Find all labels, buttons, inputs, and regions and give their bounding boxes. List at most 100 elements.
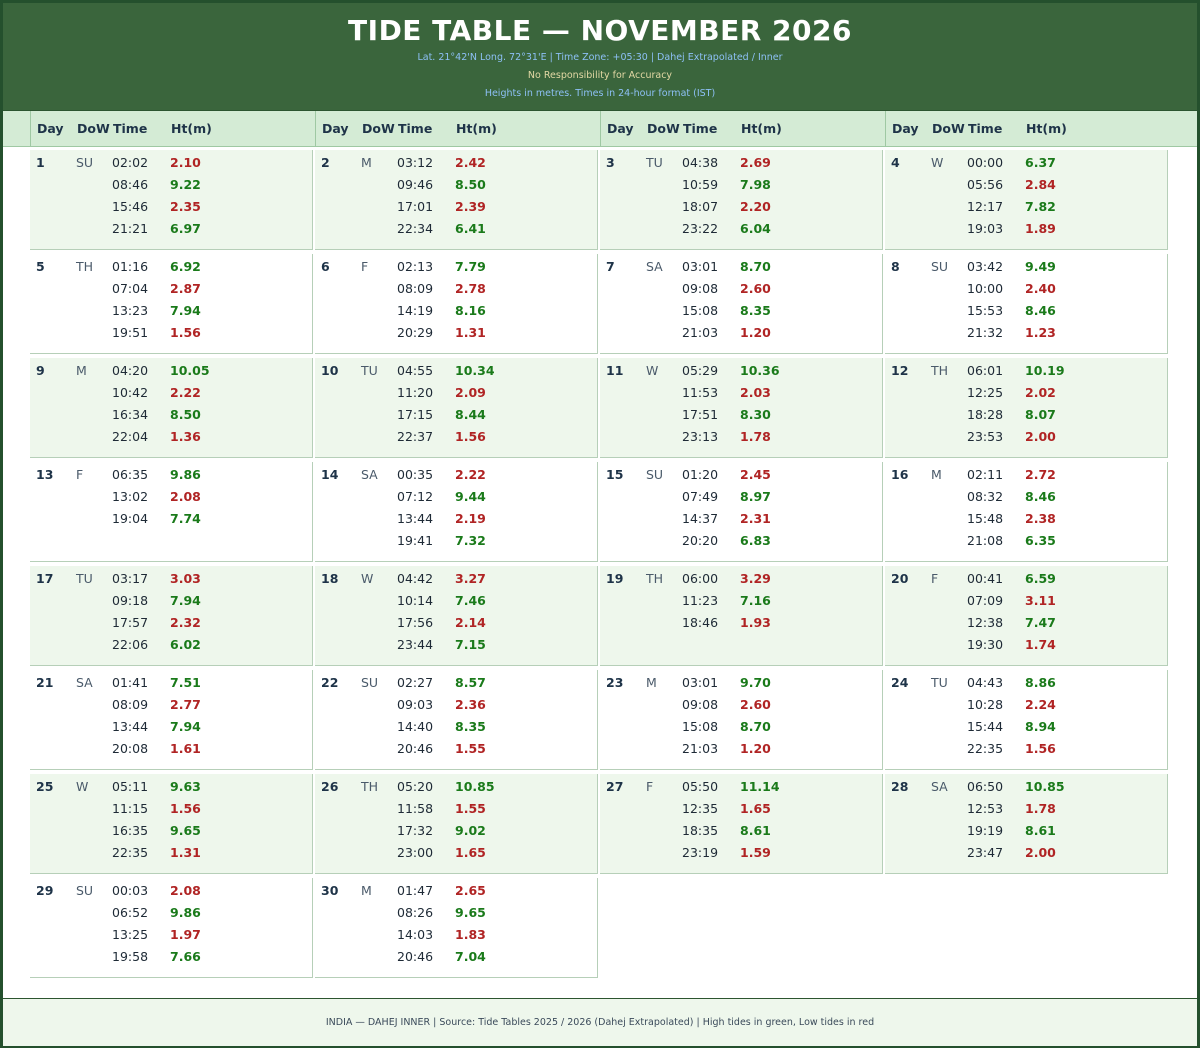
tide-row: 19:03 1.89: [885, 221, 1168, 243]
low-tide-height: 1.65: [740, 801, 771, 816]
tide-row: 18:46 1.93: [600, 615, 883, 637]
low-tide-height: 2.14: [455, 615, 486, 630]
tide-row: 21:03 1.20: [600, 741, 883, 763]
column-header-time: Time: [683, 121, 718, 136]
high-tide-height: 6.92: [170, 259, 201, 274]
tide-row: 00:35 2.22: [315, 467, 598, 489]
low-tide-height: 1.36: [170, 429, 201, 444]
tide-time: 06:52: [112, 905, 149, 920]
tide-time: 19:30: [967, 637, 1004, 652]
day-cell: 16 M 02:11 2.72 08:32 8.46 15:48 2.38 21:08 6.35: [885, 462, 1168, 562]
tide-time: 22:04: [112, 429, 149, 444]
tide-time: 08:26: [397, 905, 434, 920]
tide-time: 21:08: [967, 533, 1004, 548]
tide-time: 20:20: [682, 533, 719, 548]
tide-row: 10:14 7.46: [315, 593, 598, 615]
high-tide-height: 8.16: [455, 303, 486, 318]
high-tide-height: 7.98: [740, 177, 771, 192]
day-cell: 17 TU 03:17 3.03 09:18 7.94 17:57 2.32 22:06 6.02: [30, 566, 313, 666]
tide-row: 02:27 8.57: [315, 675, 598, 697]
day-cell: 30 M 01:47 2.65 08:26 9.65 14:03 1.83 20:46 7.04: [315, 878, 598, 978]
low-tide-height: 2.24: [1025, 697, 1056, 712]
units-note: Heights in metres. Times in 24-hour form…: [484, 88, 716, 99]
column-header-dow: DoW: [932, 121, 965, 136]
tide-time: 13:23: [112, 303, 149, 318]
column-header-group: Day DoW Time Ht(m): [31, 111, 316, 146]
column-header-dow: DoW: [77, 121, 110, 136]
tide-time: 19:41: [397, 533, 434, 548]
low-tide-height: 2.10: [170, 155, 201, 170]
column-header-day: Day: [322, 121, 349, 136]
tide-row: 00:00 6.37: [885, 155, 1168, 177]
tide-row: 01:16 6.92: [30, 259, 313, 281]
tide-time: 01:47: [397, 883, 434, 898]
day-cell: 3 TU 04:38 2.69 10:59 7.98 18:07 2.20 23:22 6.04: [600, 150, 883, 250]
high-tide-height: 9.86: [170, 905, 201, 920]
tide-time: 00:35: [397, 467, 434, 482]
high-tide-height: 9.63: [170, 779, 201, 794]
tide-row: 17:01 2.39: [315, 199, 598, 221]
tide-row: 19:51 1.56: [30, 325, 313, 347]
low-tide-height: 2.60: [740, 697, 771, 712]
tide-time: 02:02: [112, 155, 149, 170]
tide-time: 19:19: [967, 823, 1004, 838]
low-tide-height: 1.78: [740, 429, 771, 444]
tide-time: 00:41: [967, 571, 1004, 586]
low-tide-height: 1.55: [455, 741, 486, 756]
low-tide-height: 2.38: [1025, 511, 1056, 526]
tide-time: 15:08: [682, 303, 719, 318]
column-header-group: Day DoW Time Ht(m): [316, 111, 601, 146]
high-tide-height: 8.57: [455, 675, 486, 690]
tide-time: 05:50: [682, 779, 719, 794]
high-tide-height: 9.02: [455, 823, 486, 838]
low-tide-height: 1.74: [1025, 637, 1056, 652]
day-cell: 27 F 05:50 11.14 12:35 1.65 18:35 8.61 23:19 1.59: [600, 774, 883, 874]
tide-row: 04:38 2.69: [600, 155, 883, 177]
tide-time: 04:43: [967, 675, 1004, 690]
tide-row: 10:28 2.24: [885, 697, 1168, 719]
tide-time: 00:03: [112, 883, 149, 898]
tide-time: 03:01: [682, 259, 719, 274]
tide-row: 10:00 2.40: [885, 281, 1168, 303]
high-tide-height: 9.65: [170, 823, 201, 838]
tide-row: 22:06 6.02: [30, 637, 313, 659]
tide-time: 09:08: [682, 281, 719, 296]
tide-row: 13:23 7.94: [30, 303, 313, 325]
high-tide-height: 10.85: [455, 779, 495, 794]
high-tide-height: 10.34: [455, 363, 495, 378]
tide-row: 05:29 10.36: [600, 363, 883, 385]
tide-row: 20:08 1.61: [30, 741, 313, 763]
high-tide-height: 8.94: [1025, 719, 1056, 734]
tide-row: 23:53 2.00: [885, 429, 1168, 451]
tide-time: 07:04: [112, 281, 149, 296]
tide-row: 17:56 2.14: [315, 615, 598, 637]
tide-row: 23:47 2.00: [885, 845, 1168, 867]
day-cell: 15 SU 01:20 2.45 07:49 8.97 14:37 2.31 20:20 6.83: [600, 462, 883, 562]
tide-time: 07:12: [397, 489, 434, 504]
day-cell: 8 SU 03:42 9.49 10:00 2.40 15:53 8.46 21:32 1.23: [885, 254, 1168, 354]
disclaimer: No Responsibility for Accuracy: [527, 70, 673, 81]
low-tide-height: 1.56: [1025, 741, 1056, 756]
tide-row: 08:09 2.78: [315, 281, 598, 303]
low-tide-height: 2.78: [455, 281, 486, 296]
column-header-day: Day: [892, 121, 919, 136]
column-header-dow: DoW: [647, 121, 680, 136]
tide-time: 04:20: [112, 363, 149, 378]
tide-time: 09:18: [112, 593, 149, 608]
tide-row: 02:02 2.10: [30, 155, 313, 177]
column-header-day: Day: [607, 121, 634, 136]
high-tide-height: 9.44: [455, 489, 486, 504]
day-cell: 29 SU 00:03 2.08 06:52 9.86 13:25 1.97 19:58 7.66: [30, 878, 313, 978]
day-cell: 1 SU 02:02 2.10 08:46 9.22 15:46 2.35 21:21 6.97: [30, 150, 313, 250]
low-tide-height: 2.40: [1025, 281, 1056, 296]
page-header: TIDE TABLE — NOVEMBER 2026 Lat. 21°42'N …: [3, 3, 1197, 112]
tide-time: 23:53: [967, 429, 1004, 444]
tide-time: 13:44: [397, 511, 434, 526]
day-cell: 14 SA 00:35 2.22 07:12 9.44 13:44 2.19 19:41 7.32: [315, 462, 598, 562]
tide-time: 16:34: [112, 407, 149, 422]
tide-row: 18:28 8.07: [885, 407, 1168, 429]
tide-row: 12:53 1.78: [885, 801, 1168, 823]
day-cell: 20 F 00:41 6.59 07:09 3.11 12:38 7.47 19:30 1.74: [885, 566, 1168, 666]
column-header-height: Ht(m): [1026, 121, 1067, 136]
tide-row: 03:12 2.42: [315, 155, 598, 177]
